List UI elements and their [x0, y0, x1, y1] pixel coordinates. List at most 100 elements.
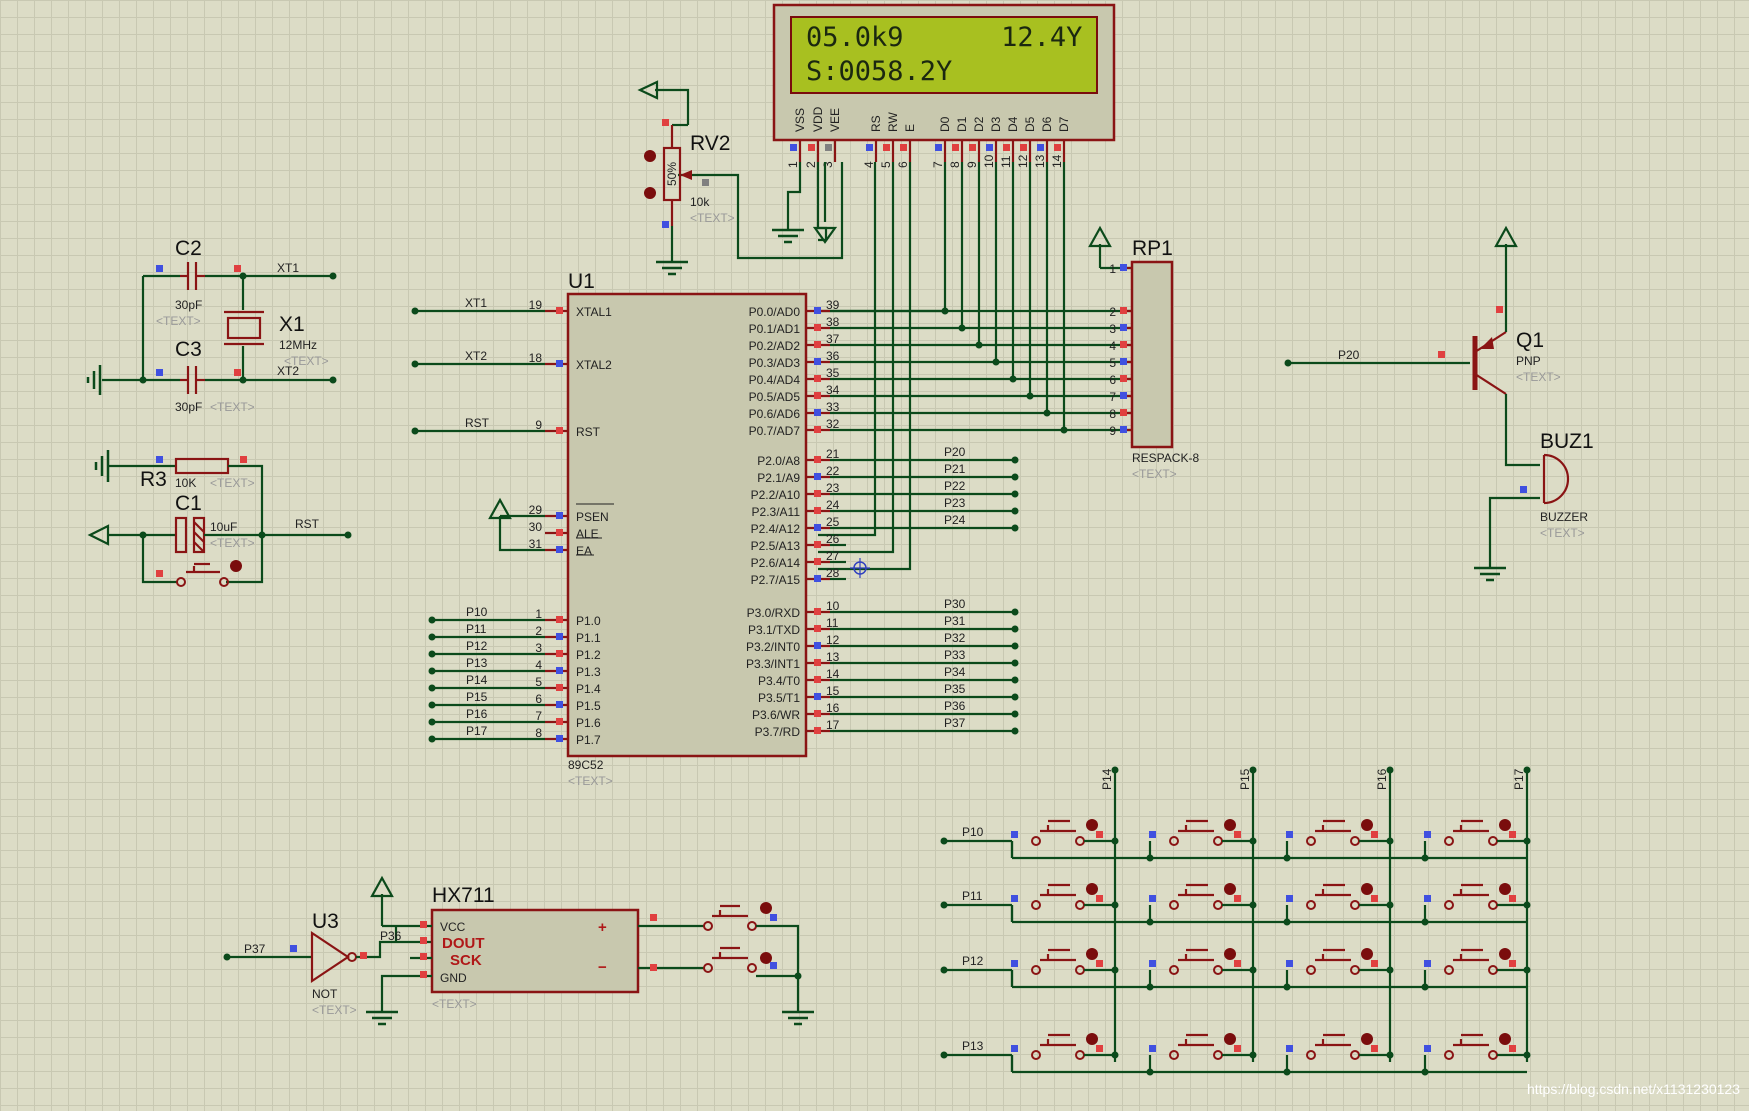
- lcd-pin-label: VSS: [793, 108, 807, 132]
- u1-pin-name: P0.7/AD7: [749, 424, 801, 438]
- pin-marker: [1371, 1045, 1378, 1052]
- microcontroller-u1[interactable]: U1 89C52 <TEXT> XTAL119XT1XTAL218XT2RST9…: [411, 270, 1133, 788]
- net-label: P34: [944, 665, 966, 679]
- net-label: P10: [466, 605, 488, 619]
- hx711-gnd: GND: [440, 971, 467, 985]
- buz1-ref: BUZ1: [1540, 430, 1594, 453]
- u1-pin-name: P0.5/AD5: [749, 390, 801, 404]
- keypad-button[interactable]: [1146, 1033, 1257, 1076]
- pin-marker: [156, 369, 163, 376]
- u1-pin-name: P0.4/AD4: [749, 373, 801, 387]
- rv2-value: 10k: [690, 195, 710, 209]
- pin-marker: [814, 473, 821, 480]
- power-arrow-icon: [1494, 225, 1518, 248]
- keypad-button[interactable]: [1283, 1033, 1394, 1076]
- q1-text: <TEXT>: [1516, 370, 1561, 384]
- lcd-pin-number: 14: [1050, 154, 1064, 168]
- pin-marker: [1003, 144, 1010, 151]
- u1-pin-name: P1.0: [576, 614, 601, 628]
- pin-marker: [240, 456, 247, 463]
- pin-marker: [556, 667, 563, 674]
- crystal-oscillator[interactable]: C2 30pF <TEXT> C3 30pF <TEXT> X1 12MHz <…: [86, 237, 337, 414]
- rv2-percent: 50%: [665, 162, 679, 186]
- pin-marker: [986, 144, 993, 151]
- buzzer-buz1[interactable]: BUZ1 BUZZER <TEXT>: [1474, 430, 1594, 582]
- pin-marker: [814, 625, 821, 632]
- u1-text: <TEXT>: [568, 774, 613, 788]
- net-label: P37: [944, 716, 966, 730]
- keypad-button[interactable]: [1421, 1033, 1531, 1076]
- rp1-pin-number: 4: [1109, 339, 1116, 353]
- net-label: P35: [944, 682, 966, 696]
- pin-marker: [814, 341, 821, 348]
- rp1-pin-number: 7: [1109, 390, 1116, 404]
- keypad-col-label: P17: [1512, 768, 1526, 790]
- keypad-matrix[interactable]: P14 P15 P16 P17 P10 P11 P12 P13: [940, 766, 1531, 1076]
- load-cell-amp-hx711[interactable]: P36 VCC DOUT SCK GND + − HX711 <TEXT>: [366, 875, 814, 1026]
- rp1-pin-number: 2: [1109, 305, 1116, 319]
- rp1-pin-number: 1: [1109, 262, 1116, 276]
- pin-marker: [420, 921, 427, 928]
- net-label: P24: [944, 513, 966, 527]
- keypad-button[interactable]: [1010, 1033, 1119, 1072]
- buz1-text: <TEXT>: [1540, 526, 1585, 540]
- u1-pin-name: P1.3: [576, 665, 601, 679]
- pin-marker: [556, 360, 563, 367]
- power-arrow-icon: [370, 875, 394, 898]
- pin-marker: [1496, 306, 1503, 313]
- lcd-display[interactable]: 05.0k9 12.4Y S:0058.2Y VSS1VDD2VEE3RS4RW…: [772, 3, 1116, 168]
- keypad-button[interactable]: [1283, 819, 1394, 862]
- rp1-pin-number: 5: [1109, 356, 1116, 370]
- pin-marker: [770, 914, 777, 921]
- pin-marker: [1096, 831, 1103, 838]
- pin-marker: [1509, 895, 1516, 902]
- u1-pin-name: P3.4/T0: [758, 674, 800, 688]
- lcd-pin-label: D5: [1023, 116, 1037, 132]
- keypad-button[interactable]: [1283, 883, 1394, 926]
- u1-pin-name: P2.6/A14: [751, 556, 801, 570]
- pin-marker: [420, 937, 427, 944]
- u1-pin-name: P3.6/WR: [752, 708, 800, 722]
- keypad-button[interactable]: [1421, 948, 1531, 991]
- pin-marker: [814, 307, 821, 314]
- net-label: P14: [466, 673, 488, 687]
- transistor-q1[interactable]: P20 Q1 PNP <TEXT>: [1284, 225, 1561, 467]
- pin-marker: [866, 144, 873, 151]
- rp1-text: <TEXT>: [1132, 467, 1177, 481]
- hx711-vcc: VCC: [440, 920, 466, 934]
- c3-ref: C3: [175, 338, 202, 361]
- power-arrow-icon: [637, 80, 659, 100]
- wiper-arrow-icon: [680, 170, 692, 180]
- pin-marker: [1424, 895, 1431, 902]
- pin-marker: [290, 945, 297, 952]
- keypad-col-label: P16: [1375, 768, 1389, 790]
- keypad-button[interactable]: [1010, 948, 1119, 987]
- power-arrow-icon: [87, 524, 110, 546]
- lcd-pin-label: E: [903, 124, 917, 132]
- reset-circuit[interactable]: R3 10K <TEXT> C1 10uF <TEXT> RST: [87, 450, 352, 587]
- net-label: P17: [466, 724, 488, 738]
- pin-marker: [556, 633, 563, 640]
- keypad-button[interactable]: [1421, 883, 1531, 926]
- u1-pin-name: P3.5/T1: [758, 691, 800, 705]
- hx711-ref: HX711: [432, 884, 495, 907]
- keypad-button[interactable]: [1010, 819, 1119, 858]
- keypad-button[interactable]: [1146, 883, 1257, 926]
- u1-pin-name: P3.2/INT0: [746, 640, 800, 654]
- keypad-button[interactable]: [1146, 948, 1257, 991]
- keypad-button[interactable]: [1010, 883, 1119, 922]
- pin-marker: [900, 144, 907, 151]
- rv2-text: <TEXT>: [690, 211, 735, 225]
- potentiometer-rv2[interactable]: 50% RV2 10k <TEXT>: [637, 80, 735, 276]
- u1-pin-name: P1.7: [576, 733, 601, 747]
- u1-pin-name: P3.0/RXD: [747, 606, 801, 620]
- lcd-line-1: 05.0k9 12.4Y: [806, 22, 1082, 53]
- keypad-button[interactable]: [1283, 948, 1394, 991]
- resistor-pack-rp1[interactable]: 1 2 3 4 5 6 7 8 9 RP1 RESPACK-8 <TEXT>: [1088, 225, 1199, 481]
- emitter-arrow-icon: [1480, 337, 1494, 349]
- lcd-pin-label: VEE: [828, 108, 842, 132]
- keypad-button[interactable]: [1146, 819, 1257, 862]
- keypad-button[interactable]: [1421, 819, 1531, 862]
- hx711-plus: +: [598, 919, 607, 936]
- pin-marker: [156, 456, 163, 463]
